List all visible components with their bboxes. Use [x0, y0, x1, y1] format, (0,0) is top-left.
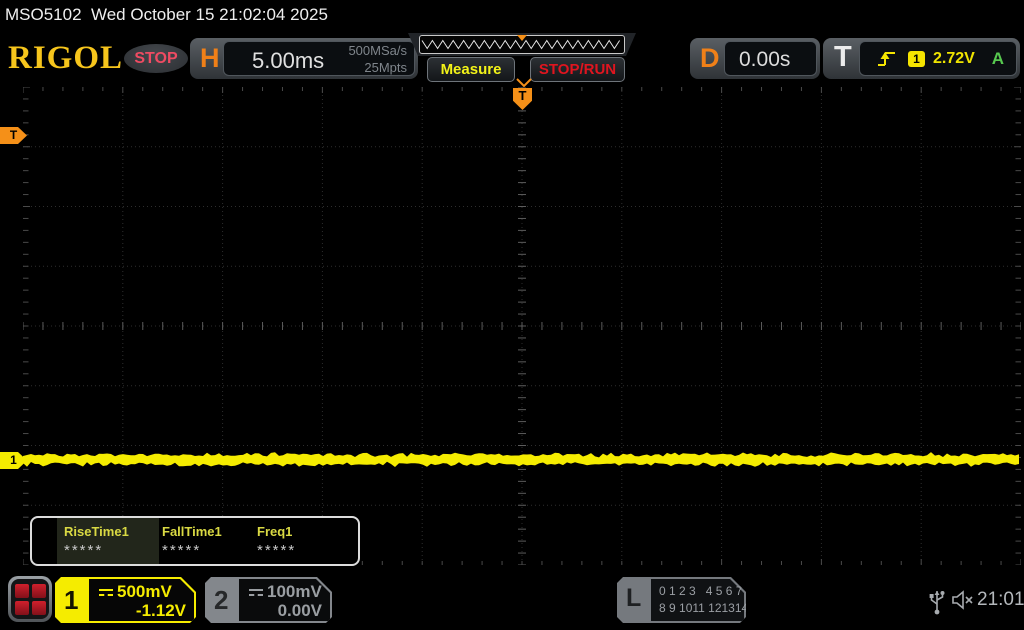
trigger-values[interactable]: 1 2.72V A	[859, 41, 1017, 76]
preview-trigger-marker-icon[interactable]	[517, 35, 527, 41]
measurement-value: *****	[257, 542, 297, 559]
rigol-logo: RIGOL	[8, 40, 124, 76]
channel2-number: 2	[214, 585, 229, 615]
measurement-name: Freq1	[257, 524, 293, 539]
waveform-preview-strip[interactable]	[408, 33, 636, 56]
delay-values[interactable]: 0.00s	[724, 41, 817, 76]
measurement-value: *****	[64, 542, 104, 559]
graticule-grid	[22, 86, 1022, 566]
logic-label: L	[626, 584, 642, 612]
trigger-delay-chevron-icon[interactable]	[516, 78, 532, 88]
logic-channels-box[interactable]: L 0 1 2 3 4 5 6 7 8 9 1011 12131415	[617, 577, 746, 623]
channel2-scale: 100mV	[249, 582, 322, 602]
timebase-value: 5.00ms	[252, 48, 325, 73]
measurement-item[interactable]: Freq1 *****	[257, 524, 353, 559]
channel2-offset: 0.00V	[277, 601, 322, 620]
speaker-muted-icon[interactable]	[951, 589, 976, 611]
horizontal-label: H	[200, 43, 220, 73]
trigger-level-value: 2.72V	[933, 49, 975, 67]
memory-depth: 25Mpts	[364, 59, 407, 75]
logic-channels-row2: 8 9 1011 12131415	[659, 601, 762, 615]
dc-coupling-icon	[249, 589, 263, 596]
measure-button[interactable]: Measure	[427, 57, 515, 82]
trigger-label: T	[834, 41, 852, 73]
trigger-panel[interactable]: T 1 2.72V A	[823, 38, 1020, 79]
measurement-name: RiseTime1	[64, 524, 129, 539]
trigger-sweep-mode: A	[991, 48, 1004, 68]
status-bar: MSO5102 Wed October 15 21:02:04 2025	[0, 0, 1024, 30]
usb-icon	[929, 591, 945, 615]
channel1-offset: -1.12V	[135, 601, 186, 620]
oscilloscope-screen: MSO5102 Wed October 15 21:02:04 2025 RIG…	[0, 0, 1024, 630]
channel1-status-box[interactable]: 1 500mV -1.12V	[55, 577, 196, 623]
sample-rate: 500MSa/s	[348, 43, 407, 58]
model-and-datetime: MSO5102 Wed October 15 21:02:04 2025	[5, 5, 328, 24]
measurement-value: *****	[162, 542, 202, 559]
channel1-scale: 500mV	[99, 582, 172, 602]
stop-run-button[interactable]: STOP/RUN	[530, 57, 625, 82]
acquisition-status-badge: STOP	[124, 44, 188, 73]
logic-channels-row1: 0 1 2 3 4 5 6 7	[659, 584, 743, 598]
menu-grid-button[interactable]	[8, 576, 52, 622]
measurement-item[interactable]: FallTime1 *****	[162, 524, 258, 559]
channel2-status-box[interactable]: 2 100mV 0.00V	[205, 577, 332, 623]
delay-panel[interactable]: D 0.00s	[690, 38, 820, 79]
dc-coupling-icon	[99, 589, 113, 596]
sample-rate-block: 500MSa/s 25Mpts	[348, 43, 407, 77]
horizontal-panel[interactable]: H 5.00ms 500MSa/s 25Mpts	[190, 38, 418, 79]
delay-value: 0.00s	[739, 48, 791, 71]
measurement-item[interactable]: RiseTime1 *****	[64, 524, 160, 559]
horizontal-values[interactable]: 5.00ms 500MSa/s 25Mpts	[223, 41, 415, 76]
measurement-name: FallTime1	[162, 524, 222, 539]
grid-icon	[11, 579, 49, 619]
channel1-number: 1	[64, 585, 79, 615]
trigger-source-badge: 1	[908, 50, 925, 67]
rising-edge-trigger-icon	[878, 51, 895, 66]
delay-label: D	[700, 43, 720, 73]
waveform-display-area[interactable]	[22, 86, 1022, 566]
measurement-results-box[interactable]: RiseTime1 ***** FallTime1 ***** Freq1 **…	[30, 516, 360, 566]
clock-time: 21:01	[977, 589, 1024, 610]
